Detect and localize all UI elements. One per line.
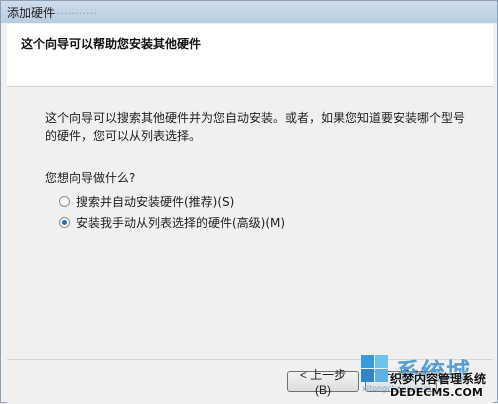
option-manual-install-label[interactable]: 安装我手动从列表选择的硬件(高级)(M) bbox=[76, 214, 285, 231]
add-hardware-wizard-window: 添加硬件 ………… 这个向导可以帮助您安装其他硬件 这个向导可以搜索其他硬件并为… bbox=[0, 0, 498, 404]
windows-logo-icon bbox=[360, 354, 390, 384]
option-manual-install[interactable]: 安装我手动从列表选择的硬件(高级)(M) bbox=[59, 214, 285, 231]
intro-text: 这个向导可以搜索其他硬件并为您自动安装。或者，如果您知道要安装哪个型号的硬件，您… bbox=[45, 111, 466, 143]
option-auto-search-label[interactable]: 搜索并自动安装硬件(推荐)(S) bbox=[76, 193, 234, 210]
question-label: 您想向导做什么? bbox=[45, 171, 136, 185]
watermark-overlay: 系统城 xitongcheng.com 织梦内容管理系统 DEDECMS.COM bbox=[354, 352, 498, 402]
option-auto-search[interactable]: 搜索并自动安装硬件(推荐)(S) bbox=[59, 193, 234, 210]
watermark-cms-text: 织梦内容管理系统 bbox=[390, 372, 487, 386]
wizard-heading: 这个向导可以帮助您安装其他硬件 bbox=[21, 37, 202, 51]
radio-manual-install[interactable] bbox=[59, 217, 70, 228]
wizard-content: 这个向导可以搜索其他硬件并为您自动安装。或者，如果您知道要安装哪个型号的硬件，您… bbox=[7, 87, 493, 359]
window-title-ghost-text: ………… bbox=[53, 4, 97, 17]
radio-auto-search[interactable] bbox=[59, 196, 70, 207]
watermark-url-text: DEDECMS.COM bbox=[390, 386, 483, 399]
wizard-header: 这个向导可以帮助您安装其他硬件 bbox=[7, 24, 493, 87]
title-bar: 添加硬件 ………… bbox=[1, 1, 497, 23]
back-button[interactable]: < 上一步(B) bbox=[287, 368, 359, 397]
window-title: 添加硬件 bbox=[7, 6, 56, 20]
